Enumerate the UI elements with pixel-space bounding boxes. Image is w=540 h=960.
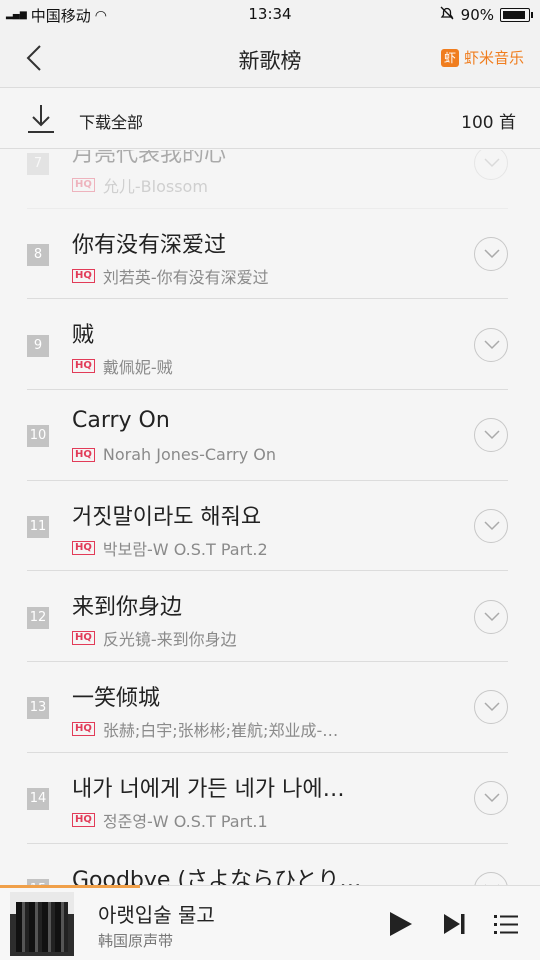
song-meta: HQ 反光镜-来到你身边 [72, 626, 237, 650]
song-more-button[interactable] [474, 418, 508, 453]
song-list-inner: 7 月亮代表我的心 HQ 允儿-Blossom 8 你有没有深爱过 HQ 刘若英-你有没有深爱… [0, 150, 540, 885]
song-more-button[interactable] [474, 509, 508, 544]
chevron-down-icon [484, 158, 500, 168]
song-more-button[interactable] [474, 690, 508, 725]
song-title: Goodbye (さよならひとり… [72, 867, 362, 886]
song-row[interactable]: 7 月亮代表我的心 HQ 允儿-Blossom [0, 150, 540, 209]
rank-badge: 9 [27, 334, 49, 357]
song-meta: HQ 정준영-W O.S.T Part.1 [72, 808, 268, 832]
song-meta: HQ 戴佩妮-贼 [72, 354, 173, 378]
song-meta: HQ 允儿-Blossom [72, 173, 208, 197]
battery-icon [500, 8, 533, 22]
song-row[interactable]: 11 거짓말이라도 해줘요 HQ 박보람-W O.S.T Part.2 [0, 481, 540, 572]
play-icon [390, 912, 412, 936]
rank-badge: 12 [27, 606, 49, 629]
chevron-down-icon [484, 430, 500, 440]
song-title: 来到你身边 [72, 595, 183, 621]
hq-badge: HQ [72, 268, 95, 283]
mini-player[interactable]: 아랫입술 물고 韩国原声带 [0, 885, 540, 960]
song-title: Carry On [72, 408, 170, 434]
song-row[interactable]: 15Goodbye (さよならひとり… [0, 844, 540, 886]
song-title: 一笑倾城 [72, 686, 161, 712]
song-title: 你有没有深爱过 [72, 232, 227, 258]
song-row[interactable]: 8 你有没有深爱过 HQ 刘若英-你有没有深爱过 [0, 209, 540, 300]
play-button[interactable] [384, 908, 416, 940]
song-row[interactable]: 12 来到你身边 HQ 反光镜-来到你身边 [0, 571, 540, 663]
now-playing-subtitle: 韩国原声带 [98, 932, 174, 950]
song-count: 100 首 [461, 113, 516, 133]
song-row[interactable]: 13 一笑倾城 HQ 张赫;白宇;张彬彬;崔航;郑业成-… [0, 662, 540, 753]
rank-badge: 14 [27, 788, 49, 811]
song-row[interactable]: 9 贼 HQ 戴佩妮-贼 [0, 299, 540, 391]
hq-badge: HQ [72, 447, 95, 462]
song-artist: 刘若英-你有没有深爱过 [102, 267, 269, 287]
song-title: 贼 [72, 323, 95, 349]
app-root: ▂▄▆ 中国移动 ◠ 13:34 90% 新歌榜 虾 虾米音乐 下载全部 100… [0, 0, 540, 960]
song-artist: 정준영-W O.S.T Part.1 [102, 811, 268, 831]
hq-badge: HQ [72, 812, 95, 827]
playback-progress [0, 885, 141, 888]
chevron-down-icon [484, 612, 500, 621]
song-row[interactable]: 10 Carry On HQ Norah Jones-Carry On [0, 390, 540, 481]
battery-percent: 90% [460, 6, 494, 24]
rank-badge: 11 [27, 516, 49, 539]
song-more-button[interactable] [474, 599, 508, 634]
hq-badge: HQ [72, 722, 95, 737]
song-artist: 允儿-Blossom [102, 177, 208, 196]
brand-name: 虾米音乐 [463, 49, 524, 67]
song-meta: HQ Norah Jones-Carry On [72, 445, 276, 464]
song-title: 거짓말이라도 해줘요 [72, 504, 262, 530]
chevron-down-icon [484, 249, 500, 259]
hq-badge: HQ [72, 540, 95, 555]
song-more-button[interactable] [474, 871, 508, 885]
skip-next-icon [444, 914, 465, 934]
download-all-row[interactable]: 下载全部 100 首 [0, 89, 540, 149]
brand-logo[interactable]: 虾 虾米音乐 [440, 47, 524, 68]
album-cover[interactable] [10, 892, 74, 956]
song-artist: 박보람-W O.S.T Part.2 [102, 539, 268, 559]
chevron-down-icon [484, 521, 500, 531]
nav-bar: 新歌榜 虾 虾米音乐 [0, 30, 540, 88]
rank-badge: 8 [27, 244, 49, 267]
chevron-down-icon [484, 340, 500, 349]
song-title: 내가 너에게 가든 네가 나에… [72, 776, 345, 802]
download-all-label: 下载全部 [79, 113, 144, 132]
song-artist: 反光镜-来到你身边 [102, 630, 237, 650]
rank-badge: 10 [27, 425, 49, 448]
download-icon [28, 105, 54, 133]
hq-badge: HQ [72, 359, 95, 374]
mute-bell-icon [439, 5, 455, 25]
status-right: 90% [439, 5, 533, 25]
song-more-button[interactable] [474, 781, 508, 816]
song-row[interactable]: 14 내가 너에게 가든 네가 나에… HQ 정준영-W O.S.T Part.1 [0, 753, 540, 844]
song-meta: HQ 刘若英-你有没有深爱过 [72, 264, 269, 288]
rank-badge: 7 [27, 153, 49, 176]
status-bar: ▂▄▆ 中国移动 ◠ 13:34 90% [0, 0, 540, 30]
playlist-icon [494, 915, 518, 934]
song-meta: HQ 박보람-W O.S.T Part.2 [72, 536, 268, 560]
song-list: 7 月亮代表我的心 HQ 允儿-Blossom 8 你有没有深爱过 HQ 刘若英-你有没有深爱… [0, 150, 540, 885]
playlist-button[interactable] [490, 908, 522, 940]
hq-badge: HQ [72, 631, 95, 646]
song-artist: 张赫;白宇;张彬彬;崔航;郑业成-… [102, 721, 339, 741]
song-title: 月亮代表我的心 [72, 150, 227, 167]
rank-badge: 13 [27, 697, 49, 720]
chevron-down-icon [484, 702, 500, 712]
song-more-button[interactable] [474, 327, 508, 362]
song-artist: 戴佩妮-贼 [102, 358, 173, 378]
next-button[interactable] [438, 908, 470, 940]
hq-badge: HQ [72, 178, 95, 192]
song-meta: HQ 张赫;白宇;张彬彬;崔航;郑业成-… [72, 717, 338, 741]
song-artist: Norah Jones-Carry On [102, 445, 276, 465]
xiami-logo-icon: 虾 [440, 48, 459, 67]
now-playing-title: 아랫입술 물고 [98, 903, 215, 927]
song-more-button[interactable] [474, 150, 508, 181]
chevron-down-icon [484, 793, 500, 803]
song-more-button[interactable] [474, 237, 508, 272]
